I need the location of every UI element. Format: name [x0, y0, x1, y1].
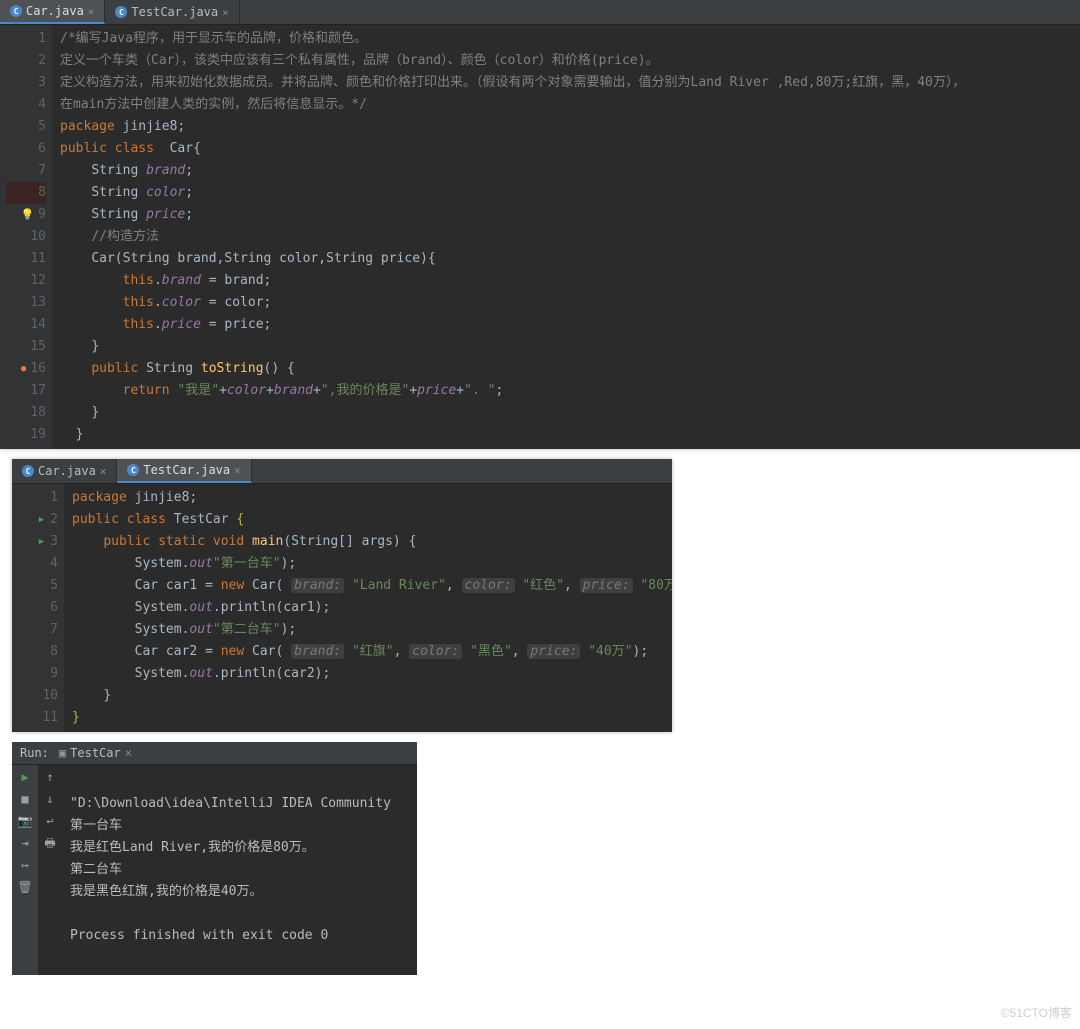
line-number: 11	[18, 707, 58, 729]
line-number: 19	[6, 424, 46, 446]
tab-car-java[interactable]: C Car.java ×	[12, 459, 117, 483]
tab-label: TestCar.java	[131, 5, 218, 19]
code-area[interactable]: package jinjie8; public class TestCar { …	[64, 484, 672, 732]
line-number: 17	[6, 380, 46, 402]
line-number-bulb[interactable]: 9	[6, 204, 46, 226]
wrap-icon[interactable]: ↩	[46, 815, 53, 827]
line-number: 7	[18, 619, 58, 641]
tabbar-1: C Car.java × C TestCar.java ×	[0, 0, 1080, 25]
comment: 在main方法中创建人类的实例，然后将信息显示。*/	[60, 97, 367, 112]
line-number-override[interactable]: 16	[6, 358, 46, 380]
line-number: 8	[6, 182, 46, 204]
line-number: 3	[6, 72, 46, 94]
tabbar-2: C Car.java × C TestCar.java ×	[12, 459, 672, 484]
tab-car-java[interactable]: C Car.java ×	[0, 0, 105, 24]
comment: 定义构造方法，用来初始化数据成员。并将品牌、颜色和价格打印出来。（假设有两个对象…	[60, 75, 965, 90]
out-line: Process finished with exit code 0	[70, 928, 328, 943]
stop-icon[interactable]: ■	[21, 793, 28, 805]
editor-panel-testcar: C Car.java × C TestCar.java × 1 2 3 4 5 …	[12, 459, 672, 732]
out-line: 第一台车	[70, 818, 122, 833]
line-number: 18	[6, 402, 46, 424]
out-line: 我是黑色红旗,我的价格是40万。	[70, 884, 262, 899]
line-number: 5	[6, 116, 46, 138]
print-icon[interactable]: 🖶	[44, 837, 55, 849]
run-config-tab[interactable]: ▣ TestCar ×	[59, 746, 132, 760]
close-icon[interactable]: ×	[125, 746, 132, 760]
gutter[interactable]: 1 2 3 4 5 6 7 8 9 10 11 12 13 14 15 16 1…	[0, 25, 52, 449]
line-number: 15	[6, 336, 46, 358]
down-icon[interactable]: ↓	[46, 793, 53, 805]
out-line: 第二台车	[70, 862, 122, 877]
comment: /*编写Java程序，用于显示车的品牌，价格和颜色。	[60, 31, 367, 46]
param-hint: price:	[580, 578, 633, 593]
line-number: 14	[6, 314, 46, 336]
line-number: 7	[6, 160, 46, 182]
export-icon[interactable]: ⇥	[21, 837, 28, 849]
run-config-name: TestCar	[70, 746, 121, 760]
close-icon[interactable]: ×	[100, 465, 107, 478]
param-hint: price:	[527, 644, 580, 659]
tab-testcar-java[interactable]: C TestCar.java ×	[117, 459, 251, 483]
line-number: 5	[18, 575, 58, 597]
run-body: ▶ ■ 📷 ⇥ ↦ 🗑 ↑ ↓ ↩ 🖶 "D:\Download\idea\In…	[12, 765, 417, 975]
exit-icon[interactable]: ↦	[21, 859, 28, 871]
trash-icon[interactable]: 🗑	[17, 881, 32, 893]
class-icon: C	[115, 6, 127, 18]
line-number: 9	[18, 663, 58, 685]
code-area[interactable]: /*编写Java程序，用于显示车的品牌，价格和颜色。 定义一个车类（Car），该…	[52, 25, 1080, 449]
param-hint: color:	[462, 578, 515, 593]
tab-label: Car.java	[26, 4, 84, 18]
line-number: 2	[6, 50, 46, 72]
line-number: 6	[6, 138, 46, 160]
tab-testcar-java[interactable]: C TestCar.java ×	[105, 0, 239, 24]
line-number: 4	[6, 94, 46, 116]
param-hint: brand:	[291, 578, 344, 593]
run-label: Run:	[20, 746, 49, 760]
line-number-run[interactable]: 2	[18, 509, 58, 531]
run-toolbar-right: ↑ ↓ ↩ 🖶	[38, 765, 62, 975]
tab-label: Car.java	[38, 464, 96, 478]
run-toolbar-left: ▶ ■ 📷 ⇥ ↦ 🗑	[12, 765, 38, 975]
line-number: 10	[6, 226, 46, 248]
gutter[interactable]: 1 2 3 4 5 6 7 8 9 10 11	[12, 484, 64, 732]
up-icon[interactable]: ↑	[46, 771, 53, 783]
run-header: Run: ▣ TestCar ×	[12, 742, 417, 765]
line-number: 13	[6, 292, 46, 314]
out-line: 我是红色Land River,我的价格是80万。	[70, 840, 315, 855]
line-number: 11	[6, 248, 46, 270]
comment: 定义一个车类（Car），该类中应该有三个私有属性，品牌（brand）、颜色（co…	[60, 53, 659, 68]
line-number-run[interactable]: 3	[18, 531, 58, 553]
line-number: 1	[18, 487, 58, 509]
param-hint: color:	[409, 644, 462, 659]
close-icon[interactable]: ×	[222, 6, 229, 19]
line-number: 10	[18, 685, 58, 707]
line-number: 6	[18, 597, 58, 619]
class-icon: C	[10, 5, 22, 17]
console-output[interactable]: "D:\Download\idea\IntelliJ IDEA Communit…	[62, 765, 417, 975]
param-hint: brand:	[291, 644, 344, 659]
editor-body: 1 2 3 4 5 6 7 8 9 10 11 12 13 14 15 16 1…	[0, 25, 1080, 449]
out-line: "D:\Download\idea\IntelliJ IDEA Communit…	[70, 796, 391, 811]
play-icon[interactable]: ▶	[21, 771, 28, 783]
run-panel: Run: ▣ TestCar × ▶ ■ 📷 ⇥ ↦ 🗑 ↑ ↓ ↩ 🖶 "D:…	[12, 742, 417, 975]
tab-label: TestCar.java	[143, 463, 230, 477]
editor-panel-car: C Car.java × C TestCar.java × 1 2 3 4 5 …	[0, 0, 1080, 449]
line-number: 4	[18, 553, 58, 575]
line-number: 1	[6, 28, 46, 50]
close-icon[interactable]: ×	[88, 5, 95, 18]
camera-icon[interactable]: 📷	[18, 815, 33, 827]
watermark: ©51CTO博客	[1001, 1004, 1072, 1021]
editor-body: 1 2 3 4 5 6 7 8 9 10 11 package jinjie8;…	[12, 484, 672, 732]
line-number: 8	[18, 641, 58, 663]
window-icon: ▣	[59, 746, 66, 760]
close-icon[interactable]: ×	[234, 464, 241, 477]
class-icon: C	[127, 464, 139, 476]
class-icon: C	[22, 465, 34, 477]
line-number: 12	[6, 270, 46, 292]
